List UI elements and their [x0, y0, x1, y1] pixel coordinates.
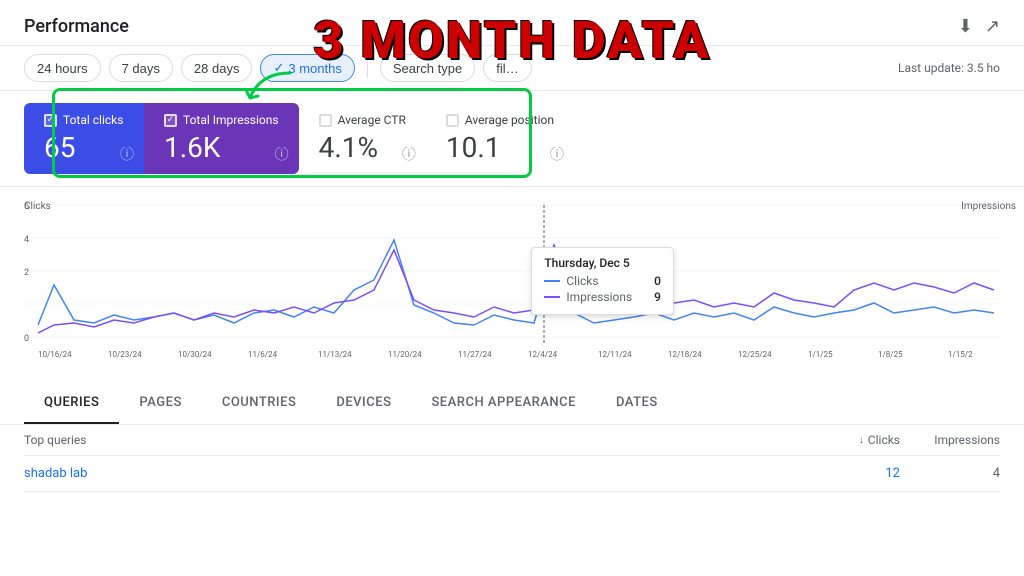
svg-text:11/13/24: 11/13/24: [318, 350, 352, 359]
external-link-icon[interactable]: ↗: [985, 16, 1000, 37]
filter-bar: 24 hours 7 days 28 days ✓ 3 months Searc…: [0, 46, 1024, 91]
chart-tooltip: Thursday, Dec 5 Clicks 0 Impressions 9: [531, 247, 674, 315]
tabs-row: QUERIES PAGES COUNTRIES DEVICES SEARCH A…: [0, 383, 1024, 425]
tab-countries[interactable]: COUNTRIES: [202, 383, 317, 424]
filter-24h[interactable]: 24 hours: [24, 54, 101, 82]
impressions-checkbox: ✓: [164, 114, 177, 127]
svg-text:1/15/2: 1/15/2: [948, 350, 973, 359]
ctr-checkbox: [319, 114, 332, 127]
metric-position-label: Average position: [446, 113, 554, 127]
tooltip-clicks-row: Clicks 0: [544, 274, 661, 288]
tab-queries[interactable]: QUERIES: [24, 383, 119, 424]
chart-y-label-right: Impressions: [961, 201, 1016, 212]
tab-devices[interactable]: DEVICES: [316, 383, 411, 424]
header-actions: ⬇ ↗: [958, 16, 1000, 37]
col-impressions-header: Impressions: [900, 433, 1000, 447]
svg-text:1/1/25: 1/1/25: [808, 350, 833, 359]
metric-clicks-value: 65: [44, 131, 124, 164]
tooltip-impressions-line: [544, 296, 560, 298]
chart-y-label-left: Clicks: [24, 201, 51, 212]
filter-more[interactable]: fil…: [483, 54, 531, 82]
table-area: Top queries ↓ Clicks Impressions shadab …: [0, 425, 1024, 576]
table-row[interactable]: shadab lab 12 4: [24, 456, 1000, 492]
col-query-header: Top queries: [24, 433, 800, 447]
svg-text:11/20/24: 11/20/24: [388, 350, 422, 359]
metric-total-clicks[interactable]: ✓ Total clicks 65 ⓘ: [24, 103, 144, 174]
query-impressions: 4: [900, 466, 1000, 481]
main-container: Performance ⬇ ↗ 24 hours 7 days 28 days …: [0, 0, 1024, 576]
metric-ctr-value: 4.1%: [319, 131, 406, 164]
tooltip-clicks-value: 0: [638, 274, 661, 288]
svg-text:10/23/24: 10/23/24: [108, 350, 142, 359]
svg-text:10/16/24: 10/16/24: [38, 350, 72, 359]
impressions-info-icon: ⓘ: [275, 144, 289, 164]
tooltip-impressions-row: Impressions 9: [544, 290, 661, 304]
tooltip-date: Thursday, Dec 5: [544, 256, 661, 270]
filter-separator: [367, 58, 368, 78]
svg-text:12/18/24: 12/18/24: [668, 350, 702, 359]
page-title: Performance: [24, 16, 129, 37]
metric-avg-ctr[interactable]: Average CTR 4.1% ⓘ: [299, 103, 426, 174]
metric-total-impressions[interactable]: ✓ Total Impressions 1.6K ⓘ: [144, 103, 299, 174]
metric-ctr-label: Average CTR: [319, 113, 406, 127]
metric-avg-position[interactable]: Average position 10.1 ⓘ: [426, 103, 574, 174]
metric-impressions-value: 1.6K: [164, 131, 279, 164]
chart-svg: 6 4 2 0 10/16/24 10/23/24 10/30/24 11/6/…: [24, 195, 1000, 375]
svg-text:4: 4: [24, 235, 29, 245]
svg-text:1/8/25: 1/8/25: [878, 350, 903, 359]
filter-28d[interactable]: 28 days: [181, 54, 253, 82]
last-update: Last update: 3.5 ho: [898, 61, 1000, 75]
clicks-info-icon: ⓘ: [120, 144, 134, 164]
svg-text:12/4/24: 12/4/24: [528, 350, 558, 359]
chart-area: Clicks Impressions 6 4 2 0 10/16/24 10/2…: [0, 187, 1024, 383]
tab-search-appearance[interactable]: SEARCH APPEARANCE: [411, 383, 596, 424]
metric-impressions-label: ✓ Total Impressions: [164, 113, 279, 127]
download-icon[interactable]: ⬇: [958, 16, 973, 37]
header: Performance ⬇ ↗: [0, 0, 1024, 46]
position-info-icon: ⓘ: [550, 144, 564, 164]
clicks-checkbox: ✓: [44, 114, 57, 127]
tab-dates[interactable]: DATES: [596, 383, 678, 424]
ctr-info-icon: ⓘ: [402, 144, 416, 164]
col-clicks-header: ↓ Clicks: [800, 433, 900, 447]
filter-3months[interactable]: ✓ 3 months: [260, 54, 354, 82]
table-header: Top queries ↓ Clicks Impressions: [24, 425, 1000, 456]
svg-text:11/27/24: 11/27/24: [458, 350, 492, 359]
metric-position-value: 10.1: [446, 131, 554, 164]
svg-text:2: 2: [24, 268, 29, 278]
svg-text:12/11/24: 12/11/24: [598, 350, 632, 359]
svg-text:11/6/24: 11/6/24: [248, 350, 278, 359]
query-clicks: 12: [800, 466, 900, 481]
svg-text:10/30/24: 10/30/24: [178, 350, 212, 359]
tooltip-impressions-value: 9: [638, 290, 661, 304]
filter-search-type[interactable]: Search type: [380, 54, 475, 82]
metrics-row: ✓ Total clicks 65 ⓘ ✓ Total Impressions …: [0, 91, 1024, 187]
query-name: shadab lab: [24, 466, 800, 481]
tooltip-clicks-line: [544, 280, 560, 282]
tab-pages[interactable]: PAGES: [119, 383, 201, 424]
svg-text:12/25/24: 12/25/24: [738, 350, 772, 359]
metric-clicks-label: ✓ Total clicks: [44, 113, 124, 127]
position-checkbox: [446, 114, 459, 127]
filter-7d[interactable]: 7 days: [109, 54, 173, 82]
svg-text:0: 0: [24, 334, 29, 344]
sort-arrow-icon: ↓: [859, 435, 864, 446]
